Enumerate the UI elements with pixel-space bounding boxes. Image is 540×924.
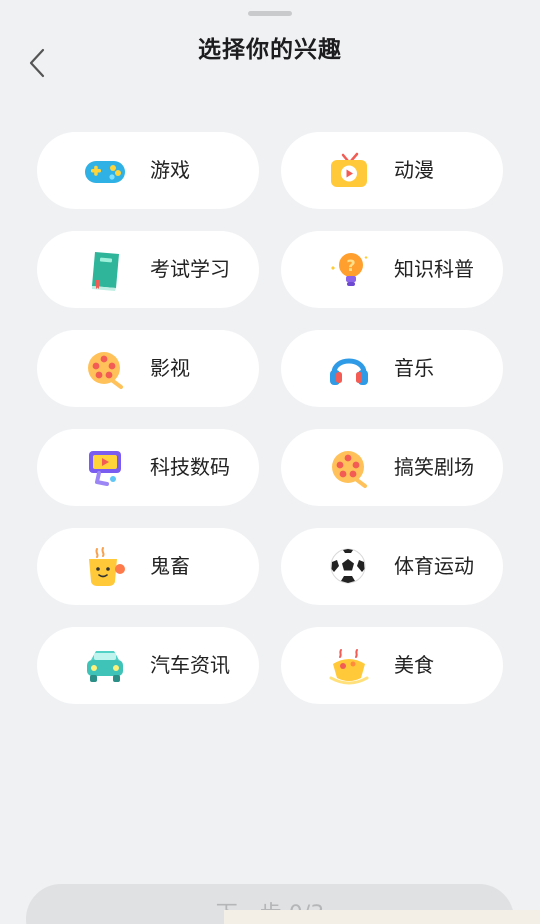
book-icon: [92, 252, 119, 291]
interest-label: 体育运动: [394, 554, 474, 578]
interest-chip-study[interactable]: 考试学习: [37, 231, 259, 308]
headphones-icon: [330, 358, 368, 385]
interest-label: 动漫: [394, 158, 434, 182]
interest-chip-remix[interactable]: 鬼畜: [37, 528, 259, 605]
film-reel-icon: [88, 352, 123, 389]
interest-chip-anime[interactable]: 动漫: [281, 132, 503, 209]
interest-chip-film[interactable]: 影视: [37, 330, 259, 407]
robot-screen-icon: [89, 451, 121, 486]
interest-label: 游戏: [150, 158, 190, 182]
cup-creature-icon: [89, 547, 125, 586]
car-icon: [87, 651, 123, 682]
lightbulb-question-icon: ?: [331, 253, 368, 286]
overlay-strip: [224, 910, 540, 924]
interest-chip-sports[interactable]: 体育运动: [281, 528, 503, 605]
interest-chip-comedy[interactable]: 搞笑剧场: [281, 429, 503, 506]
interest-chip-cars[interactable]: 汽车资讯: [37, 627, 259, 704]
interest-label: 音乐: [394, 356, 434, 380]
interest-grid: 游戏 动漫 考试学习 ? 知识科普 影视 音乐 科技数码 搞笑剧场 鬼畜 体育运…: [37, 132, 503, 704]
interest-chip-food[interactable]: 美食: [281, 627, 503, 704]
interest-label: 知识科普: [394, 257, 474, 281]
interest-chip-tech[interactable]: 科技数码: [37, 429, 259, 506]
interest-label: 搞笑剧场: [394, 455, 474, 479]
interest-label: 影视: [150, 356, 190, 380]
interest-picker-sheet: 选择你的兴趣 游戏 动漫 考试学习 ? 知识科普 影视 音乐 科技数码 搞笑剧场…: [0, 0, 540, 924]
soccer-ball-icon: [330, 548, 366, 584]
interest-chip-music[interactable]: 音乐: [281, 330, 503, 407]
interest-chip-knowledge[interactable]: ? 知识科普: [281, 231, 503, 308]
interest-label: 汽车资讯: [150, 653, 230, 677]
gamepad-icon: [85, 161, 125, 183]
tv-play-icon: [331, 152, 367, 187]
film-reel-icon: [332, 451, 367, 488]
sheet-grabber[interactable]: [248, 11, 292, 16]
svg-text:?: ?: [346, 256, 355, 275]
interest-label: 美食: [394, 653, 434, 677]
interest-chip-games[interactable]: 游戏: [37, 132, 259, 209]
interest-label: 科技数码: [150, 455, 230, 479]
page-title: 选择你的兴趣: [198, 37, 342, 63]
interest-label: 鬼畜: [150, 554, 190, 578]
food-dish-icon: [329, 649, 369, 685]
interest-label: 考试学习: [150, 257, 230, 281]
